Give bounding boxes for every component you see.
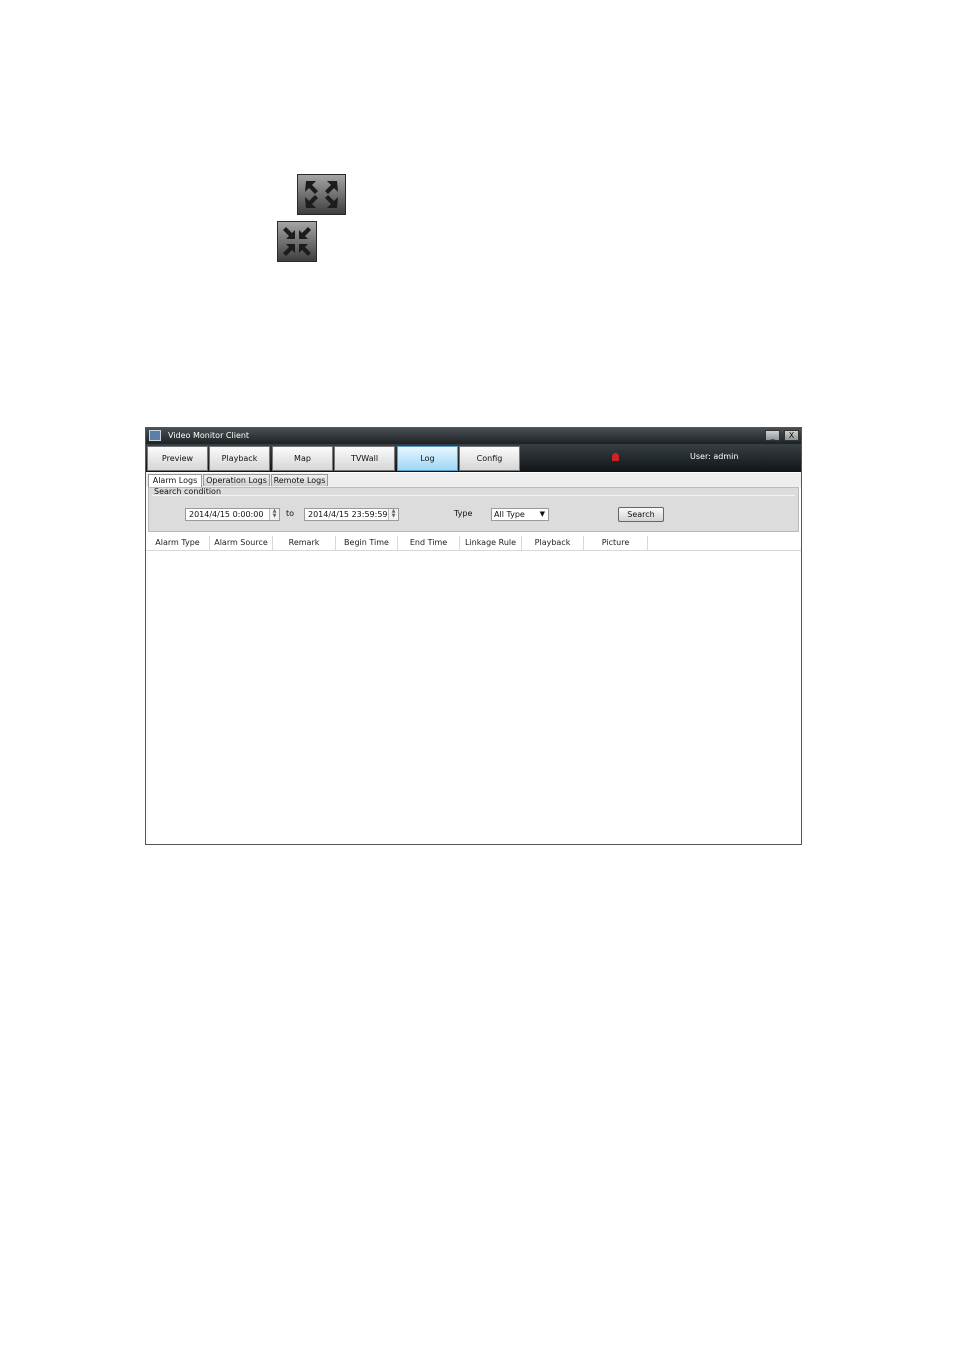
collapse-fullscreen-icon[interactable] bbox=[277, 221, 317, 262]
subtab-remote-logs[interactable]: Remote Logs bbox=[271, 474, 328, 486]
col-end-time[interactable]: End Time bbox=[398, 536, 460, 550]
col-linkage-rule[interactable]: Linkage Rule bbox=[460, 536, 522, 550]
search-condition-panel: Search condition 2014/4/15 0:00:00 ▲ ▼ to… bbox=[148, 487, 799, 532]
window-title: Video Monitor Client bbox=[168, 431, 250, 440]
col-alarm-type[interactable]: Alarm Type bbox=[146, 536, 210, 550]
end-time-spinner[interactable]: ▲ ▼ bbox=[388, 509, 398, 520]
expand-fullscreen-icon[interactable] bbox=[297, 174, 346, 215]
tab-config[interactable]: Config bbox=[459, 446, 520, 471]
tab-playback[interactable]: Playback bbox=[209, 446, 270, 471]
type-select[interactable]: All Type ▼ bbox=[491, 508, 549, 521]
col-playback[interactable]: Playback bbox=[522, 536, 584, 550]
start-time-spinner[interactable]: ▲ ▼ bbox=[269, 509, 279, 520]
start-time-field[interactable]: 2014/4/15 0:00:00 ▲ ▼ bbox=[185, 508, 280, 521]
minimize-button[interactable]: _ bbox=[765, 430, 780, 441]
end-time-field[interactable]: 2014/4/15 23:59:59 ▲ ▼ bbox=[304, 508, 399, 521]
app-icon bbox=[149, 430, 161, 441]
video-monitor-window: Video Monitor Client _ X Preview Playbac… bbox=[145, 427, 802, 845]
col-begin-time[interactable]: Begin Time bbox=[336, 536, 398, 550]
type-select-value: All Type bbox=[494, 510, 525, 519]
search-button[interactable]: Search bbox=[618, 507, 664, 522]
tab-tvwall[interactable]: TVWall bbox=[334, 446, 395, 471]
subtab-operation-logs[interactable]: Operation Logs bbox=[203, 474, 270, 486]
log-subtabs: Alarm Logs Operation Logs Remote Logs bbox=[146, 473, 801, 487]
alarm-bell-icon[interactable] bbox=[612, 453, 619, 461]
tab-preview[interactable]: Preview bbox=[147, 446, 208, 471]
log-table-header: Alarm Type Alarm Source Remark Begin Tim… bbox=[146, 536, 801, 551]
user-label: User: admin bbox=[690, 452, 739, 461]
tab-log[interactable]: Log bbox=[397, 446, 458, 471]
dropdown-arrow-icon: ▼ bbox=[539, 510, 545, 518]
end-time-value: 2014/4/15 23:59:59 bbox=[308, 510, 388, 519]
col-remark[interactable]: Remark bbox=[273, 536, 336, 550]
subtab-alarm-logs[interactable]: Alarm Logs bbox=[148, 474, 202, 487]
type-label: Type bbox=[454, 509, 473, 518]
col-alarm-source[interactable]: Alarm Source bbox=[210, 536, 273, 550]
to-label: to bbox=[286, 509, 295, 518]
start-time-value: 2014/4/15 0:00:00 bbox=[189, 510, 264, 519]
title-bar: Video Monitor Client _ X bbox=[146, 428, 801, 444]
log-table-body bbox=[146, 551, 801, 844]
main-nav: Preview Playback Map TVWall Log Config U… bbox=[146, 444, 801, 472]
fieldset-line bbox=[152, 495, 795, 496]
close-button[interactable]: X bbox=[784, 430, 799, 441]
search-condition-legend: Search condition bbox=[154, 487, 222, 496]
tab-map[interactable]: Map bbox=[272, 446, 333, 471]
col-picture[interactable]: Picture bbox=[584, 536, 648, 550]
